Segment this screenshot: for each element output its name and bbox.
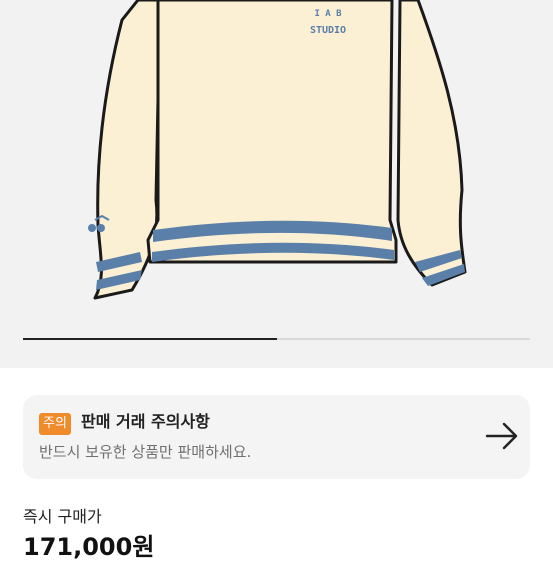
right-sleeve [396,0,467,287]
notice-title: 판매 거래 주의사항 [81,412,210,431]
image-slider-track[interactable] [23,338,530,340]
price-value: 171,000원 [23,533,155,561]
warning-badge: 주의 [39,413,71,435]
logo-line-2: STUDIO [310,25,346,36]
notice-subtitle: 반드시 보유한 상품만 판매하세요. [39,443,252,461]
price-label: 즉시 구매가 [23,507,102,526]
arrow-right-icon[interactable] [485,421,519,451]
notice-card[interactable]: 주의 판매 거래 주의사항 반드시 보유한 상품만 판매하세요. [23,395,530,479]
image-slider-progress [23,338,277,340]
sweatshirt-illustration: I A B STUDIO [88,0,467,300]
product-image[interactable]: I A B STUDIO [0,0,553,368]
logo-line-1: I A B [314,9,342,19]
